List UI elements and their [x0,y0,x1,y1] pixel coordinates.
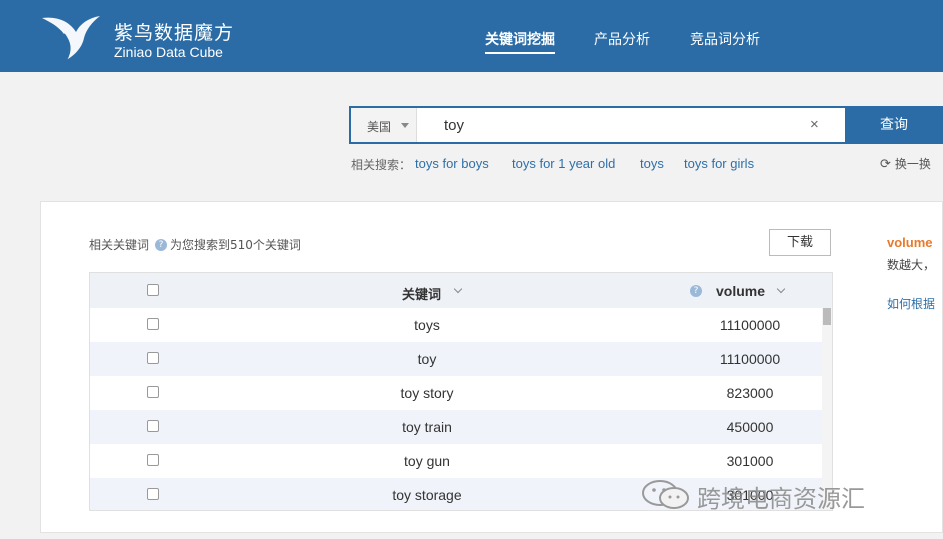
row-checkbox[interactable] [147,352,159,364]
clear-icon[interactable]: × [810,116,819,133]
keyword-table: 关键词 ? volume toys 11100000 toy 11100000 … [89,272,833,511]
results-summary: 为您搜索到510个关键词 [170,238,301,252]
related-search-label: 相关搜索： [351,158,412,172]
nav-competitor-keyword-analysis[interactable]: 竞品词分析 [690,29,760,49]
results-header: 相关关键词? 为您搜索到510个关键词 [89,236,301,253]
table-row[interactable]: toy gun 301000 [90,444,822,478]
related-link-toys-for-girls[interactable]: toys for girls [684,156,754,171]
column-header-keyword[interactable]: 关键词 [402,284,441,303]
caret-down-icon [401,123,409,128]
search-button[interactable]: 查询 [845,106,943,144]
table-header: 关键词 ? volume [90,273,832,308]
cell-volume: 11100000 [719,317,781,333]
table-row[interactable]: toy story 823000 [90,376,822,410]
cell-keyword: toys [414,317,440,333]
watermark-text: 跨境电商资源汇 [697,485,865,513]
cell-volume: 11100000 [719,351,781,367]
table-row[interactable]: toys 11100000 [90,308,822,342]
cell-keyword: toy [417,351,437,367]
country-select-value: 美国 [367,120,392,134]
volume-help-icon[interactable]: ? [690,285,702,297]
cell-keyword: toy storage [392,487,462,503]
scrollbar-thumb[interactable] [823,308,831,325]
cell-keyword: toy story [400,385,454,401]
column-header-volume[interactable]: volume [716,283,765,299]
row-checkbox[interactable] [147,386,159,398]
side-volume-desc: 数越大， [887,258,936,272]
nav-product-analysis[interactable]: 产品分析 [594,29,650,49]
side-help-link[interactable]: 如何根据 [887,295,935,312]
nav-keyword-mining[interactable]: 关键词挖掘 [485,29,555,49]
cell-volume: 301000 [726,453,774,469]
refresh-label: 换一换 [894,157,931,171]
download-button[interactable]: 下载 [769,229,831,256]
row-checkbox[interactable] [147,318,159,330]
top-header: 紫鸟数据魔方 Ziniao Data Cube 关键词挖掘 产品分析 竞品词分析 [0,0,943,72]
side-volume-title: volume [887,235,933,250]
cell-volume: 450000 [726,419,774,435]
refresh-button[interactable]: ⟳ 换一换 [880,155,931,172]
select-all-checkbox[interactable] [147,284,159,296]
row-checkbox[interactable] [147,454,159,466]
sort-volume-icon[interactable] [776,284,786,294]
hummingbird-logo-icon [42,16,100,61]
cell-volume: 823000 [726,385,774,401]
sort-keyword-icon[interactable] [453,284,463,294]
related-link-toys-for-boys[interactable]: toys for boys [415,156,489,171]
cell-keyword: toy gun [404,453,450,469]
related-link-toys[interactable]: toys [640,156,664,171]
country-select[interactable]: 美国 [351,108,417,142]
brand-name-cn: 紫鸟数据魔方 [114,22,235,44]
table-row[interactable]: toy 11100000 [90,342,822,376]
brand-name-en: Ziniao Data Cube [114,44,223,60]
row-checkbox[interactable] [147,488,159,500]
refresh-icon: ⟳ [880,157,891,172]
wechat-icon [642,480,689,509]
row-checkbox[interactable] [147,420,159,432]
related-link-toys-for-1-year-old[interactable]: toys for 1 year old [512,156,615,171]
cell-keyword: toy train [402,419,452,435]
search-input[interactable] [431,112,801,138]
results-title: 相关关键词 [89,238,150,252]
help-icon[interactable]: ? [155,238,168,251]
table-row[interactable]: toy train 450000 [90,410,822,444]
nav-active-indicator [485,52,555,54]
